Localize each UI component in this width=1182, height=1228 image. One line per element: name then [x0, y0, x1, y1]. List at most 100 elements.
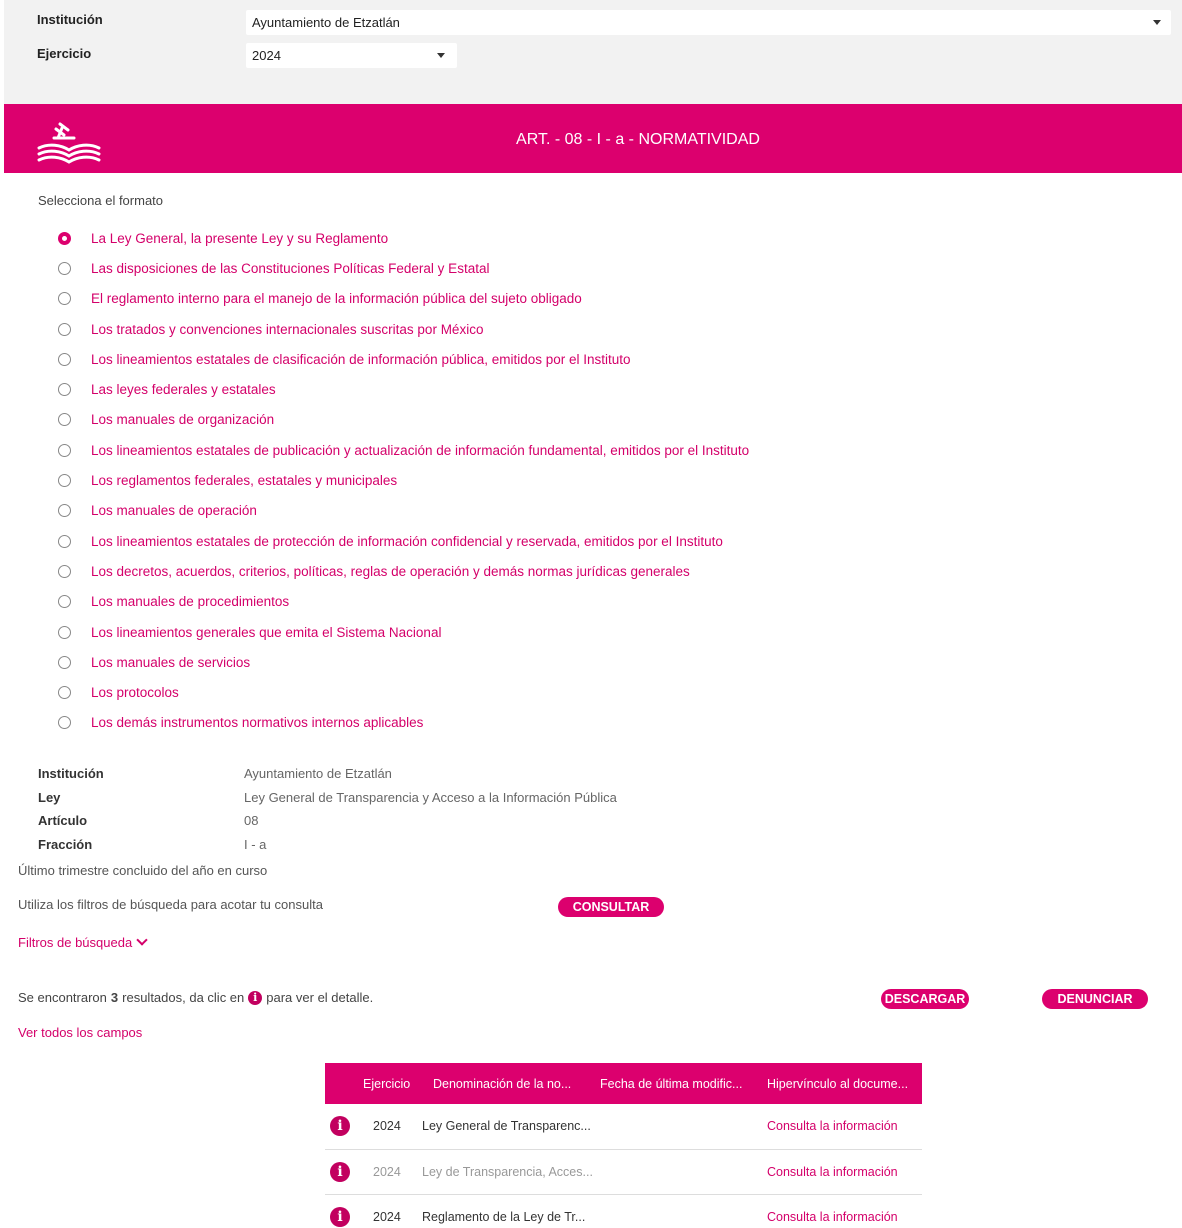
cell-name: Ley General de Transparenc...: [422, 1119, 591, 1134]
format-option[interactable]: Los tratados y convenciones internaciona…: [58, 314, 749, 344]
format-radio[interactable]: [58, 443, 71, 457]
format-option[interactable]: Los lineamientos estatales de protección…: [58, 526, 749, 556]
column-header-date[interactable]: Fecha de última modific...: [600, 1077, 767, 1091]
filters-hint: Utiliza los filtros de búsqueda para aco…: [18, 897, 323, 912]
format-option[interactable]: Los protocolos: [58, 677, 749, 707]
info-value: Ayuntamiento de Etzatlán: [244, 766, 392, 782]
info-row: Artículo 08: [38, 809, 617, 833]
info-row: Ley Ley General de Transparencia y Acceso…: [38, 786, 617, 810]
format-option[interactable]: La Ley General, la presente Ley y su Reg…: [58, 223, 749, 253]
format-option-label[interactable]: Los protocolos: [91, 685, 179, 700]
format-radio[interactable]: [58, 322, 71, 336]
format-option-label[interactable]: Las disposiciones de las Constituciones …: [91, 261, 489, 276]
results-prefix: Se encontraron: [18, 990, 107, 1005]
format-radio[interactable]: [58, 655, 71, 669]
format-option[interactable]: Las disposiciones de las Constituciones …: [58, 253, 749, 283]
year-label: Ejercicio: [37, 46, 92, 61]
format-prompt: Selecciona el formato: [38, 193, 164, 208]
cell-document-link[interactable]: Consulta la información: [767, 1210, 898, 1224]
format-radio[interactable]: [58, 383, 71, 397]
format-radio[interactable]: [58, 261, 71, 275]
cell-year: 2024: [373, 1119, 401, 1134]
results-suffix: para ver el detalle.: [266, 990, 374, 1005]
format-option[interactable]: Los manuales de organización: [58, 405, 749, 435]
format-option[interactable]: El reglamento interno para el manejo de …: [58, 284, 749, 314]
format-option-label[interactable]: Los reglamentos federales, estatales y m…: [91, 473, 397, 488]
info-row: Institución Ayuntamiento de Etzatlán: [38, 762, 617, 786]
format-radio[interactable]: [58, 595, 71, 609]
format-option[interactable]: Los manuales de operación: [58, 496, 749, 526]
cell-document-link[interactable]: Consulta la información: [767, 1119, 898, 1133]
info-icon[interactable]: i: [330, 1161, 350, 1182]
format-radio[interactable]: [58, 413, 71, 427]
cell-name: Ley de Transparencia, Acces...: [422, 1164, 593, 1179]
column-header-year[interactable]: Ejercicio: [363, 1077, 433, 1091]
institution-label: Institución: [37, 12, 103, 27]
info-key: Artículo: [38, 813, 88, 829]
info-value: Ley General de Transparencia y Acceso a …: [244, 789, 617, 805]
format-option[interactable]: Los manuales de servicios: [58, 647, 749, 677]
chevron-down-icon: [136, 934, 148, 946]
search-filters-toggle[interactable]: Filtros de búsqueda: [18, 934, 148, 950]
cell-name: Reglamento de la Ley de Tr...: [422, 1210, 586, 1225]
format-option-label[interactable]: Los manuales de servicios: [91, 655, 250, 670]
cell-document-link[interactable]: Consulta la información: [767, 1165, 898, 1179]
page-title: ART. - 08 - I - a - NORMATIVIDAD: [516, 131, 760, 148]
results-summary: Se encontraron 3 resultados, da clic en …: [18, 990, 373, 1005]
format-option-label[interactable]: La Ley General, la presente Ley y su Reg…: [91, 231, 388, 246]
table-row: i 2024 Ley General de Transparenc... Consul…: [325, 1104, 922, 1150]
info-row: Fracción I - a: [38, 833, 617, 857]
format-option[interactable]: Los lineamientos estatales de clasificac…: [58, 344, 749, 374]
format-option[interactable]: Los lineamientos estatales de publicació…: [58, 435, 749, 465]
format-radio[interactable]: [58, 716, 71, 730]
format-option-label[interactable]: Los lineamientos estatales de clasificac…: [91, 352, 631, 367]
format-option-label[interactable]: Los manuales de organización: [91, 412, 274, 427]
consult-button[interactable]: CONSULTAR: [558, 897, 664, 917]
format-option[interactable]: Los reglamentos federales, estatales y m…: [58, 465, 749, 495]
format-option-label[interactable]: Los manuales de operación: [91, 503, 257, 518]
format-options: La Ley General, la presente Ley y su Reg…: [58, 223, 749, 738]
download-button[interactable]: DESCARGAR: [881, 989, 969, 1009]
format-option-label[interactable]: Los decretos, acuerdos, criterios, polít…: [91, 564, 690, 579]
info-icon[interactable]: i: [330, 1207, 350, 1228]
format-radio[interactable]: [58, 474, 71, 488]
format-option[interactable]: Los demás instrumentos normativos intern…: [58, 708, 749, 738]
format-option[interactable]: Los manuales de procedimientos: [58, 587, 749, 617]
format-option[interactable]: Los lineamientos generales que emita el …: [58, 617, 749, 647]
column-header-name[interactable]: Denominación de la no...: [433, 1077, 600, 1091]
column-header-link[interactable]: Hipervínculo al docume...: [767, 1077, 917, 1091]
format-radio[interactable]: [58, 352, 71, 366]
results-table: Ejercicio Denominación de la no... Fecha…: [325, 1063, 922, 1228]
report-button[interactable]: DENUNCIAR: [1042, 989, 1148, 1009]
format-option-label[interactable]: El reglamento interno para el manejo de …: [91, 291, 582, 306]
year-select[interactable]: 2024: [246, 43, 457, 68]
format-option-label[interactable]: Los lineamientos generales que emita el …: [91, 625, 441, 640]
table-row: i 2024 Reglamento de la Ley de Tr... Consul…: [325, 1195, 922, 1228]
format-radio[interactable]: [58, 686, 71, 700]
filter-panel: Institución Ayuntamiento de Etzatlán Eje…: [4, 0, 1182, 104]
format-radio[interactable]: [58, 625, 71, 639]
institution-select-value: Ayuntamiento de Etzatlán: [252, 15, 400, 30]
format-radio[interactable]: [58, 564, 71, 578]
format-option-label[interactable]: Las leyes federales y estatales: [91, 382, 276, 397]
format-radio[interactable]: [58, 534, 71, 548]
info-icon[interactable]: i: [330, 1116, 350, 1137]
table-body: i 2024 Ley General de Transparenc... Consul…: [325, 1104, 922, 1228]
table-header: Ejercicio Denominación de la no... Fecha…: [325, 1063, 922, 1104]
format-option-label[interactable]: Los manuales de procedimientos: [91, 594, 289, 609]
format-radio[interactable]: [58, 292, 71, 306]
results-count: 3: [110, 990, 119, 1005]
format-option[interactable]: Las leyes federales y estatales: [58, 374, 749, 404]
institution-select[interactable]: Ayuntamiento de Etzatlán: [246, 10, 1171, 35]
format-option-label[interactable]: Los tratados y convenciones internaciona…: [91, 322, 483, 337]
format-option-label[interactable]: Los lineamientos estatales de publicació…: [91, 443, 749, 458]
format-option[interactable]: Los decretos, acuerdos, criterios, polít…: [58, 556, 749, 586]
view-all-fields-link[interactable]: Ver todos los campos: [18, 1025, 142, 1040]
format-radio[interactable]: [58, 504, 71, 518]
cell-year: 2024: [373, 1164, 401, 1179]
section-banner: ART. - 08 - I - a - NORMATIVIDAD: [4, 104, 1182, 173]
format-radio[interactable]: [58, 231, 71, 245]
cell-year: 2024: [373, 1210, 401, 1225]
format-option-label[interactable]: Los lineamientos estatales de protección…: [91, 534, 723, 549]
format-option-label[interactable]: Los demás instrumentos normativos intern…: [91, 715, 423, 730]
